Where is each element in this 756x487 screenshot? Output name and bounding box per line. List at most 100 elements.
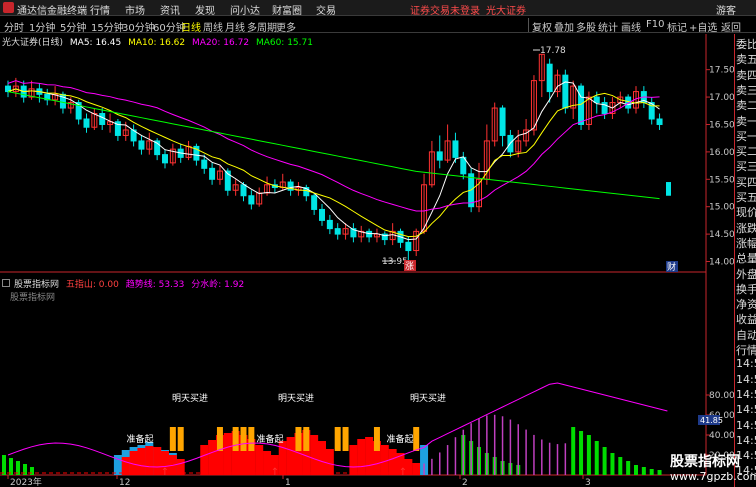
orange-signal-bar	[342, 427, 349, 451]
ma5-line	[7, 81, 660, 241]
candle-body	[240, 184, 247, 197]
trend-line	[7, 382, 668, 468]
watermark-title: 股票指标网	[670, 454, 740, 470]
red-bar	[318, 441, 326, 475]
watermark-url: www.7gpzb.com	[670, 470, 756, 483]
up-arrow-icon: ↑	[399, 467, 407, 478]
candle-body	[319, 208, 325, 221]
side-panel-row: 14:5	[736, 403, 756, 417]
side-panel-row: 卖一	[736, 114, 756, 128]
red-bar	[255, 445, 264, 475]
candle-body	[162, 154, 168, 164]
candle-body	[209, 167, 216, 180]
candle-body	[562, 74, 569, 109]
red-bar	[278, 441, 287, 475]
price-tick-label: 16.00	[709, 148, 735, 158]
side-panel-row: 卖二	[736, 99, 756, 113]
orange-signal-bar	[216, 427, 223, 451]
orange-signal-bar	[248, 427, 255, 451]
red-bar	[310, 435, 319, 475]
prepare-signal-label: 准备起	[126, 433, 153, 445]
side-panel-row: 卖四	[736, 68, 756, 82]
candle-body	[499, 107, 506, 136]
green-bar	[657, 470, 662, 475]
side-panel-row: 14:5	[736, 387, 756, 401]
ma20-line	[7, 80, 660, 212]
kline-chart[interactable]: 17.50 17.00 16.50 16.00 15.50 15.00 14.50 14.00…	[0, 0, 756, 487]
price-tick-label: 17.00	[709, 93, 735, 103]
red-bar	[208, 440, 217, 475]
indicator-f1: 五指山: 0.00	[65, 280, 119, 290]
red-bar	[223, 433, 232, 475]
finance-tag: 财	[667, 261, 676, 273]
red-bar	[325, 449, 334, 475]
red-bar	[121, 457, 130, 475]
side-panel-row: 买五	[736, 191, 756, 204]
ma5-value: MA5: 16.45	[69, 38, 122, 48]
side-panel-row: 买二	[736, 145, 756, 159]
indicator-subtitle: 股票指标网	[10, 293, 56, 303]
green-bar	[586, 435, 591, 475]
candle-body	[334, 228, 341, 235]
red-bar	[286, 437, 295, 475]
candle-body	[656, 118, 663, 125]
up-arrow-icon: ↑	[161, 467, 169, 478]
orange-signal-bar	[232, 427, 239, 451]
date-tick-label: 2	[462, 478, 468, 487]
indicator-tick-label: 40.00	[709, 431, 735, 441]
ma-legend: 光大证券(日线) MA5: 16.45 MA10: 16.62 MA20: 16…	[2, 35, 317, 48]
buy-signal-label: 明天买进	[410, 393, 446, 404]
candle-body	[326, 219, 333, 230]
ma20-value: MA20: 16.72	[192, 38, 250, 48]
indicator-name[interactable]: 股票指标网	[14, 280, 59, 290]
orange-signal-bar	[413, 427, 420, 451]
red-bar	[388, 449, 397, 475]
green-bar	[626, 461, 631, 475]
side-panel-row: 换手	[736, 282, 756, 296]
green-bar	[571, 427, 576, 475]
side-panel-row: 14:5	[736, 433, 756, 447]
buy-signal-label: 明天买进	[278, 393, 314, 404]
indicator-toggle-icon[interactable]	[2, 279, 10, 287]
red-bar	[349, 445, 358, 475]
candle-body	[366, 230, 373, 238]
side-panel-row: 14:5	[736, 372, 756, 386]
green-bar	[579, 431, 584, 475]
green-bar	[634, 465, 638, 475]
orange-signal-bar	[177, 427, 184, 451]
prepare-signal-label: 准备起	[256, 433, 283, 445]
orange-signal-bar	[303, 427, 310, 451]
side-panel-row: 14:5	[736, 418, 756, 432]
orange-signal-bar	[240, 427, 247, 451]
candle-body	[546, 63, 553, 93]
red-bar	[357, 439, 366, 475]
side-panel-row: 现价	[736, 206, 756, 220]
candle-body	[201, 159, 208, 169]
candle-body	[593, 96, 600, 104]
candle-body	[666, 182, 671, 196]
green-bar	[9, 458, 13, 475]
green-bar	[594, 441, 599, 475]
candle-body	[311, 195, 318, 210]
green-bar	[610, 453, 615, 475]
green-bar	[618, 457, 623, 475]
indicator-f3: 分水岭: 1.92	[191, 280, 245, 290]
orange-signal-bar	[169, 427, 176, 451]
side-panel-row: 涨幅	[736, 236, 756, 250]
price-tick-label: 15.00	[709, 203, 735, 213]
candle-body	[578, 85, 585, 125]
indicator-legend: 股票指标网 五指山: 0.00 趋势线: 53.33 分水岭: 1.92	[14, 277, 248, 290]
side-panel-row: 总量	[736, 252, 756, 266]
side-panel-row: 自动	[736, 328, 756, 342]
side-panel-row: 买三	[736, 160, 756, 174]
orange-signal-bar	[334, 427, 341, 451]
price-tick-label: 16.50	[709, 120, 735, 130]
candle-body	[99, 113, 106, 125]
green-bar	[30, 467, 34, 475]
date-tick-label: 3	[585, 478, 591, 487]
side-panel-row: 买四	[736, 175, 756, 189]
red-bar	[200, 445, 209, 475]
high-price-label: 17.78	[540, 46, 566, 56]
date-tick-label: 2023年	[10, 476, 42, 487]
green-bar	[641, 467, 646, 475]
